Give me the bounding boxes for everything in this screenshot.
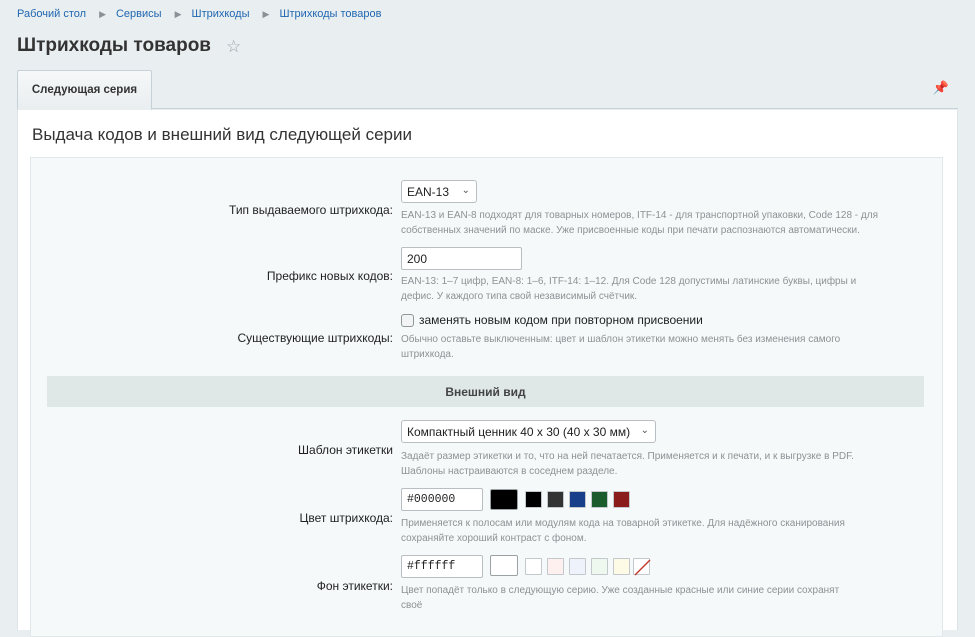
label-bg-swatch-5[interactable] xyxy=(613,558,630,575)
label-template-hint: Задаёт размер этикетки и то, что на ней … xyxy=(401,451,854,477)
replace-code-checkbox-label: заменять новым кодом при повторном присв… xyxy=(419,313,703,327)
label-bg-swatch-1[interactable] xyxy=(525,558,542,575)
barcode-type-label: Тип выдаваемого штрихкода: xyxy=(229,203,393,217)
breadcrumb-link-desktop[interactable]: Рабочий стол xyxy=(17,8,86,20)
chevron-right-icon: ▶ xyxy=(99,8,106,19)
barcode-color-swatch-1[interactable] xyxy=(525,491,542,508)
label-bg-hint: Цвет попадёт только в следующую серию. У… xyxy=(401,585,840,611)
barcode-type-hint: EAN-13 и EAN-8 подходят для товарных ном… xyxy=(401,210,879,236)
label-bg-preview[interactable] xyxy=(490,555,518,576)
replace-code-checkbox[interactable] xyxy=(401,313,414,327)
page-title-row: Штрихкоды товаров ☆ xyxy=(17,35,241,57)
chevron-right-icon: ▶ xyxy=(174,8,182,19)
replace-code-checkbox-row[interactable]: заменять новым кодом при повторном присв… xyxy=(401,313,703,327)
barcode-type-select[interactable]: EAN-13 ⌄ xyxy=(401,180,477,203)
breadcrumb-link-services[interactable]: Сервисы xyxy=(116,8,162,20)
barcode-type-value: EAN-13 xyxy=(407,184,450,199)
barcode-color-swatch-3[interactable] xyxy=(569,491,586,508)
prefix-input[interactable]: 200 xyxy=(401,247,522,270)
label-bg-label: Фон этикетки: xyxy=(316,579,393,593)
barcode-color-hint: Применяется к полосам или модулям кода н… xyxy=(401,518,845,544)
chevron-right-icon: ▶ xyxy=(262,8,270,19)
breadcrumb-link-barcodes[interactable]: Штрихкоды xyxy=(191,8,249,20)
prefix-hint: EAN-13: 1–7 цифр, EAN-8: 1–6, ITF-14: 1–… xyxy=(401,276,857,302)
label-bg-swatch-4[interactable] xyxy=(591,558,608,575)
barcode-color-swatch-4[interactable] xyxy=(591,491,608,508)
barcode-color-input[interactable]: #000000 xyxy=(401,488,483,511)
page-title: Штрихкоды товаров xyxy=(17,35,211,56)
label-bg-swatch-2[interactable] xyxy=(547,558,564,575)
chevron-down-icon: ⌄ xyxy=(640,425,649,436)
pin-icon[interactable]: 📌 xyxy=(933,80,949,96)
breadcrumb: Рабочий стол ▶ Сервисы ▶ Штрихкоды ▶ Штр… xyxy=(17,8,381,20)
no-color-icon[interactable] xyxy=(633,558,651,576)
barcode-color-swatch-2[interactable] xyxy=(547,491,564,508)
existing-barcodes-label: Существующие штрихкоды: xyxy=(237,331,393,345)
chevron-down-icon: ⌄ xyxy=(461,185,470,196)
barcode-color-swatch-5[interactable] xyxy=(613,491,630,508)
label-bg-swatch-3[interactable] xyxy=(569,558,586,575)
star-icon[interactable]: ☆ xyxy=(226,38,241,55)
tab-bar: Следующая серия 📌 xyxy=(17,69,958,110)
label-template-label: Шаблон этикетки xyxy=(298,443,393,457)
barcode-color-preview[interactable] xyxy=(490,489,518,510)
label-bg-input[interactable]: #ffffff xyxy=(401,555,483,578)
label-template-select[interactable]: Компактный ценник 40 x 30 (40 x 30 мм) ⌄ xyxy=(401,420,656,443)
prefix-label: Префикс новых кодов: xyxy=(266,269,393,283)
label-template-value: Компактный ценник 40 x 30 (40 x 30 мм) xyxy=(407,424,631,439)
tab-next-series[interactable]: Следующая серия xyxy=(17,70,152,110)
breadcrumb-link-product-barcodes[interactable]: Штрихкоды товаров xyxy=(279,8,381,20)
barcode-color-label: Цвет штрихкода: xyxy=(299,511,393,525)
form-area: Тип выдаваемого штрихкода: EAN-13 ⌄ EAN-… xyxy=(30,157,943,637)
existing-barcodes-hint: Обычно оставьте выключенным: цвет и шабл… xyxy=(401,334,841,360)
settings-panel: Выдача кодов и внешний вид следующей сер… xyxy=(17,110,958,637)
appearance-header: Внешний вид xyxy=(47,376,924,407)
section-title: Выдача кодов и внешний вид следующей сер… xyxy=(32,125,412,144)
